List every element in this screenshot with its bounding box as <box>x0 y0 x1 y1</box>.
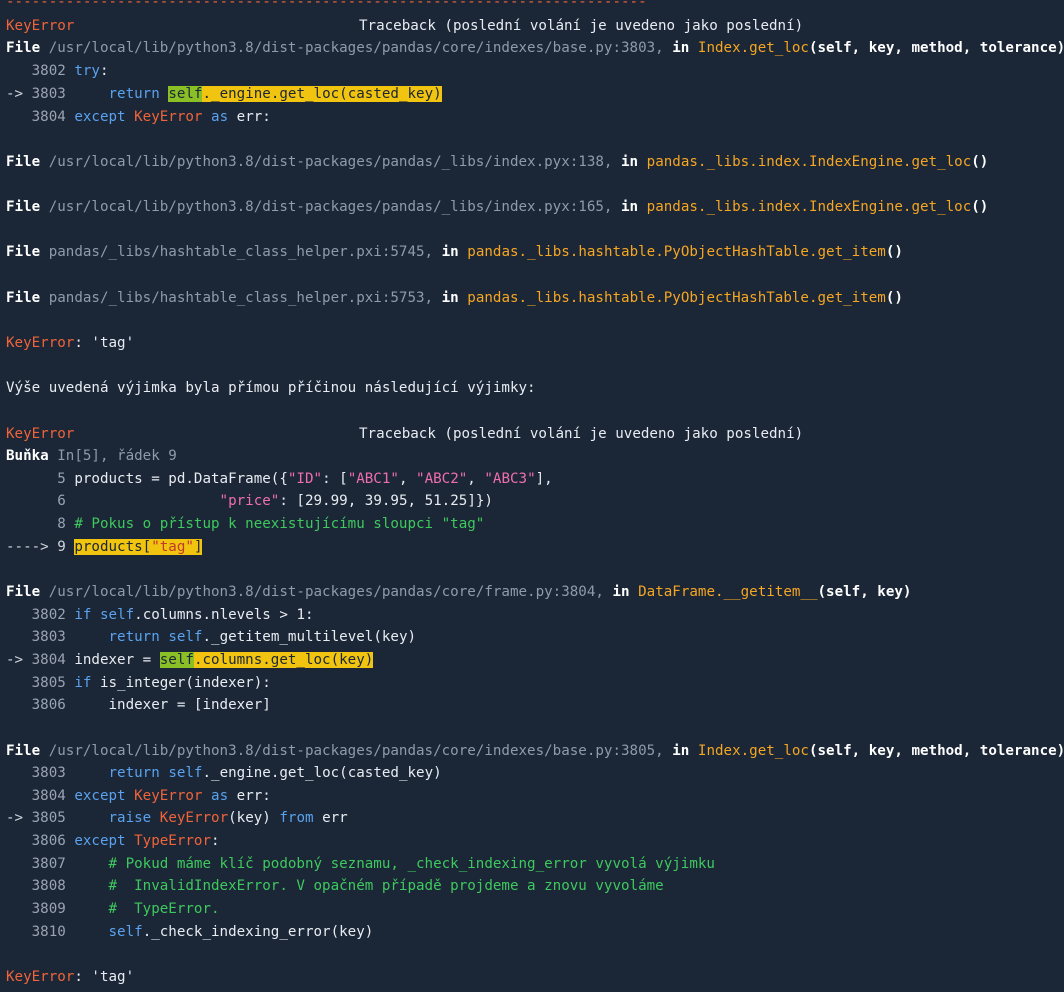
code-line-current: -> 3805 raise KeyError(key) from err <box>6 810 348 826</box>
frame-function: pandas._libs.hashtable.PyObjectHashTable… <box>467 290 886 306</box>
frame-path[interactable]: /usr/local/lib/python3.8/dist-packages/p… <box>49 40 664 56</box>
frame-path[interactable]: /usr/local/lib/python3.8/dist-packages/p… <box>49 584 604 600</box>
traceback-header: KeyError Traceback (poslední volání je uv… <box>6 15 803 37</box>
frame-header: File /usr/local/lib/python3.8/dist-packa… <box>6 584 912 600</box>
code-line: 8 # Pokus o přístup k neexistujícímu slo… <box>57 516 485 532</box>
frame-path[interactable]: /usr/local/lib/python3.8/dist-packages/p… <box>49 199 613 215</box>
code-line: 3802 try: <box>31 63 109 79</box>
code-line: 3804 except KeyError as err: <box>31 109 271 125</box>
frame-header: File /usr/local/lib/python3.8/dist-packa… <box>6 743 1064 759</box>
cell-reference: Buňka In[5], řádek 9 <box>6 448 177 464</box>
code-line: 5 products = pd.DataFrame({"ID": ["ABC1"… <box>57 471 553 487</box>
code-line: 3809 # TypeError. <box>31 901 220 917</box>
cause-text: Výše uvedená výjimka byla přímou příčino… <box>6 380 536 396</box>
cell-ref-link[interactable]: In[5], řádek 9 <box>57 448 177 464</box>
code-line: 3803 return self._engine.get_loc(casted_… <box>31 765 442 781</box>
error-message: KeyError: 'tag' <box>6 969 135 985</box>
frame-path[interactable]: /usr/local/lib/python3.8/dist-packages/p… <box>49 154 613 170</box>
frame-function: pandas._libs.hashtable.PyObjectHashTable… <box>467 244 886 260</box>
code-line: 3802 if self.columns.nlevels > 1: <box>31 607 314 623</box>
code-line-current: -> 3804 indexer = self.columns.get_loc(k… <box>6 652 374 668</box>
code-line-current: -> 3803 return self._engine.get_loc(cast… <box>6 86 442 102</box>
frame-header: File pandas/_libs/hashtable_class_helper… <box>6 244 903 260</box>
separator: ----------------------------------------… <box>6 0 647 10</box>
frame-function: DataFrame.__getitem__ <box>638 584 818 600</box>
code-line: 6 "price": [29.99, 39.95, 51.25]}) <box>57 493 493 509</box>
code-line: 3806 except TypeError: <box>31 833 220 849</box>
frame-path[interactable]: /usr/local/lib/python3.8/dist-packages/p… <box>49 743 664 759</box>
traceback-output: ----------------------------------------… <box>0 0 1064 992</box>
frame-header: File /usr/local/lib/python3.8/dist-packa… <box>6 154 989 170</box>
frame-function: pandas._libs.index.IndexEngine.get_loc <box>646 154 972 170</box>
code-line: 3803 return self._getitem_multilevel(key… <box>31 629 417 645</box>
code-line: 3806 indexer = [indexer] <box>31 697 271 713</box>
frame-function: Index.get_loc <box>697 40 809 56</box>
traceback-label: Traceback (poslední volání je uvedeno ja… <box>359 18 804 34</box>
code-line-current: ----> 9 products["tag"] <box>6 539 203 555</box>
frame-header: File /usr/local/lib/python3.8/dist-packa… <box>6 40 1064 56</box>
frame-path[interactable]: pandas/_libs/hashtable_class_helper.pxi:… <box>49 290 433 306</box>
error-message: KeyError: 'tag' <box>6 335 135 351</box>
code-line: 3807 # Pokud máme klíč podobný seznamu, … <box>31 856 715 872</box>
frame-path[interactable]: pandas/_libs/hashtable_class_helper.pxi:… <box>49 244 433 260</box>
code-line: 3805 if is_integer(indexer): <box>31 675 271 691</box>
traceback-header: KeyError Traceback (poslední volání je uv… <box>6 426 804 442</box>
frame-header: File /usr/local/lib/python3.8/dist-packa… <box>6 199 989 215</box>
error-name: KeyError <box>6 18 75 34</box>
frame-function: Index.get_loc <box>697 743 809 759</box>
frame-header: File pandas/_libs/hashtable_class_helper… <box>6 290 903 306</box>
code-line: 3808 # InvalidIndexError. V opačném příp… <box>31 878 664 894</box>
code-line: 3810 self._check_indexing_error(key) <box>31 924 374 940</box>
code-line: 3804 except KeyError as err: <box>31 788 271 804</box>
frame-function: pandas._libs.index.IndexEngine.get_loc <box>646 199 972 215</box>
